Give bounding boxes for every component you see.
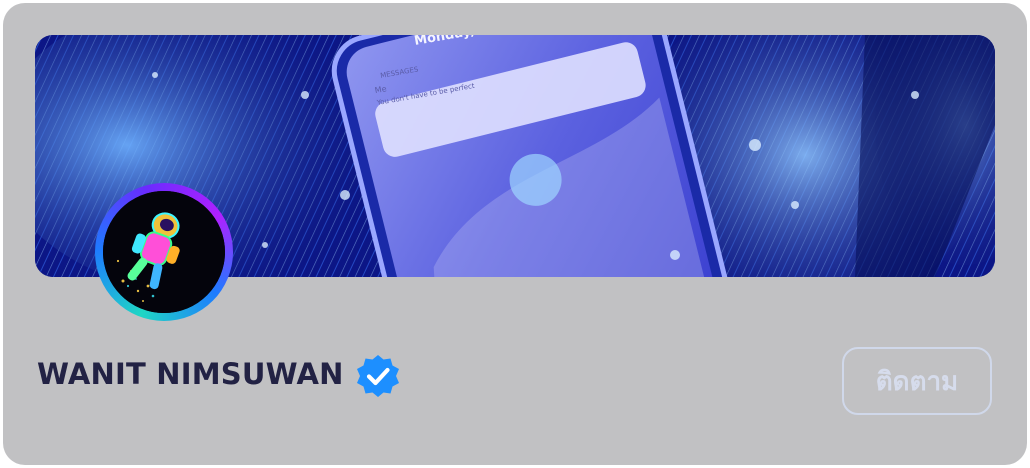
profile-card: Monday, Se MESSAGES Me You don't have to… (3, 3, 1027, 465)
avatar[interactable] (95, 183, 233, 321)
profile-name: WANIT NIMSUWAN (37, 357, 344, 391)
avatar-image (103, 191, 225, 313)
follow-button[interactable]: ติดตาม (842, 347, 992, 415)
verified-badge-icon (355, 353, 401, 399)
